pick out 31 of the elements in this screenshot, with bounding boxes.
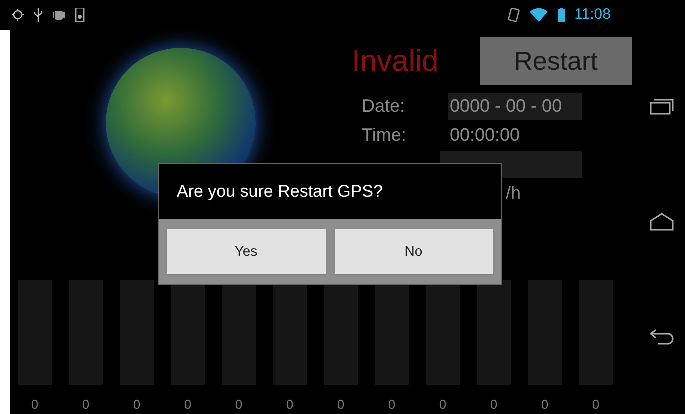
signal-value: 0 — [490, 396, 498, 414]
signal-value: 0 — [133, 396, 141, 414]
signal-value: 0 — [235, 396, 243, 414]
gps-icon — [12, 9, 24, 21]
dialog-button[interactable]: Yes — [167, 229, 326, 274]
field-label: Date: — [361, 95, 406, 118]
field-label: Time: — [361, 124, 408, 147]
battery-icon — [558, 8, 565, 22]
signal-value: 0 — [184, 396, 192, 414]
status-time: 11:08 — [574, 4, 611, 25]
field-value: 00:00:00 — [449, 124, 522, 147]
sd-card-icon — [75, 8, 85, 22]
field-value: /h — [505, 182, 522, 205]
signal-value: 0 — [439, 396, 447, 414]
rotation-icon — [508, 8, 520, 22]
field-value: 0000 - 00 - 00 — [448, 93, 582, 120]
signal-value: 0 — [82, 396, 90, 414]
dialog-button[interactable]: No — [334, 229, 493, 274]
back-icon[interactable] — [650, 329, 674, 345]
signal-value: 0 — [541, 396, 549, 414]
signal-value: 0 — [592, 396, 600, 414]
home-icon[interactable] — [650, 213, 674, 231]
dialog-message: Are you sure Restart GPS? — [177, 180, 383, 203]
signal-value: 0 — [337, 396, 345, 414]
signal-value: 0 — [31, 396, 39, 414]
signal-value: 0 — [388, 396, 396, 414]
usb-icon — [34, 8, 43, 22]
fix-status: Invalid — [352, 44, 439, 80]
wifi-icon — [530, 8, 548, 22]
signal-value: 0 — [286, 396, 294, 414]
recent-apps-icon[interactable] — [650, 99, 674, 115]
